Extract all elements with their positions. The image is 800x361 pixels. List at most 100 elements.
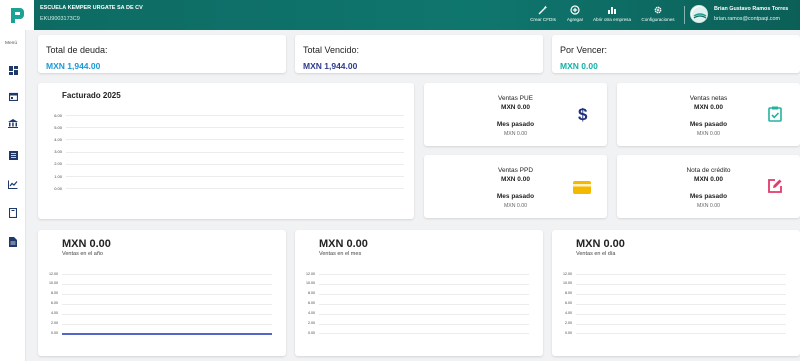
facturado-tick-label: 0.00 bbox=[54, 185, 62, 191]
mini-tick-label: 2.00 bbox=[51, 321, 58, 325]
abrir-otra-empresa-label: Abrir otra empresa bbox=[592, 17, 632, 22]
mini-grid-line bbox=[319, 323, 529, 325]
magic-wand-icon bbox=[526, 3, 560, 17]
agregar-button[interactable]: Agregar bbox=[562, 3, 588, 22]
facturado-tick-label: 3.00 bbox=[54, 149, 62, 155]
mini-grid-line bbox=[62, 283, 272, 285]
crear-cfdis-button[interactable]: Crear CFDIs bbox=[526, 3, 560, 22]
dashboard-icon[interactable] bbox=[7, 64, 19, 76]
bank-icon[interactable] bbox=[7, 117, 19, 129]
trend-chart-icon[interactable] bbox=[7, 178, 19, 190]
mini-grid-line bbox=[576, 283, 786, 285]
avatar[interactable] bbox=[690, 5, 708, 23]
mini-grid-line bbox=[62, 313, 272, 315]
ventas-netas-title: Ventas netas bbox=[689, 95, 728, 102]
mini-tick-label: 0.00 bbox=[308, 330, 315, 335]
dollar-icon: $ bbox=[574, 104, 594, 124]
document-icon[interactable] bbox=[7, 236, 19, 248]
gear-icon bbox=[638, 3, 678, 17]
total-deuda-value: MXN 1,944.00 bbox=[46, 61, 101, 71]
facturado-tick-label: 1.00 bbox=[54, 173, 62, 179]
crear-cfdis-label: Crear CFDIs bbox=[530, 17, 556, 22]
configuraciones-label: Configuraciones bbox=[641, 17, 675, 22]
nota-credito-prev-value: MXN 0.00 bbox=[696, 203, 721, 209]
mini-tick-label: 12.00 bbox=[563, 271, 572, 276]
mini-grid-line bbox=[62, 323, 272, 325]
ventas-ppd-card[interactable]: Ventas PPD MXN 0.00 Mes pasado MXN 0.00 bbox=[424, 155, 607, 218]
app-logo[interactable] bbox=[0, 0, 34, 30]
mini-grid-line bbox=[62, 293, 272, 295]
mini-grid-line bbox=[62, 303, 272, 305]
ventas-netas-prev-value: MXN 0.00 bbox=[696, 131, 721, 137]
mini-tick-label: 6.00 bbox=[565, 301, 572, 306]
facturado-grid-line bbox=[66, 163, 404, 165]
mini-grid-line bbox=[576, 303, 786, 305]
ventas-mes-value: MXN 0.00 bbox=[319, 238, 368, 250]
mini-grid-line bbox=[576, 274, 786, 275]
mini-grid-line bbox=[576, 293, 786, 295]
mini-tick-label: 8.00 bbox=[308, 291, 315, 296]
mini-grid-line bbox=[319, 283, 529, 285]
mini-grid-line bbox=[62, 274, 272, 275]
por-vencer-label: Por Vencer: bbox=[560, 45, 608, 55]
calendar-icon[interactable] bbox=[7, 90, 19, 102]
ventas-netas-card[interactable]: Ventas netas MXN 0.00 Mes pasado MXN 0.0… bbox=[617, 83, 800, 146]
mini-grid-line bbox=[576, 333, 786, 335]
mini-tick-label: 6.00 bbox=[51, 301, 58, 306]
ventas-pue-prev-value: MXN 0.00 bbox=[503, 131, 528, 137]
nota-credito-title: Nota de crédito bbox=[686, 167, 731, 174]
mini-tick-label: 4.00 bbox=[51, 311, 58, 316]
ventas-dia-label: Ventas en el día bbox=[576, 251, 616, 257]
ventas-mes-label: Ventas en el mes bbox=[319, 251, 362, 257]
agregar-label: Agregar bbox=[566, 17, 584, 22]
total-vencido-card: Total Vencido: MXN 1,944.00 bbox=[295, 35, 543, 73]
user-name[interactable]: Brian Gustavo Ramos Torres bbox=[714, 6, 788, 12]
facturado-tick-label: 2.00 bbox=[54, 161, 62, 167]
ventas-pue-card[interactable]: Ventas PUE MXN 0.00 Mes pasado MXN 0.00 … bbox=[424, 83, 607, 146]
mini-tick-label: 8.00 bbox=[565, 291, 572, 296]
facturado-grid-line bbox=[66, 139, 404, 141]
user-email: brian.ramos@contpaqi.com bbox=[714, 16, 780, 22]
abrir-otra-empresa-button[interactable]: Abrir otra empresa bbox=[590, 3, 634, 22]
mini-tick-label: 8.00 bbox=[51, 291, 58, 296]
mini-tick-label: 10.00 bbox=[306, 281, 315, 286]
menu-label: Menú bbox=[5, 41, 17, 46]
mini-tick-label: 2.00 bbox=[308, 321, 315, 325]
svg-text:$: $ bbox=[578, 105, 588, 123]
mini-tick-label: 12.00 bbox=[306, 271, 315, 276]
clipboard-check-icon bbox=[765, 104, 785, 124]
mini-tick-label: 12.00 bbox=[49, 271, 58, 276]
mini-grid-line bbox=[319, 333, 529, 335]
ventas-ppd-title: Ventas PPD bbox=[497, 167, 534, 174]
nota-credito-card[interactable]: Nota de crédito MXN 0.00 Mes pasado MXN … bbox=[617, 155, 800, 218]
bar-chart-icon bbox=[590, 3, 634, 17]
mini-tick-label: 4.00 bbox=[565, 311, 572, 316]
company-rfc: EKU9003173C9 bbox=[40, 16, 80, 22]
company-name: ESCUELA KEMPER URGATE SA DE CV bbox=[40, 5, 143, 11]
total-vencido-label: Total Vencido: bbox=[303, 45, 360, 55]
ventas-pue-title: Ventas PUE bbox=[497, 95, 534, 102]
mini-tick-label: 10.00 bbox=[49, 281, 58, 286]
ventas-ppd-prev-value: MXN 0.00 bbox=[503, 203, 528, 209]
list-icon[interactable] bbox=[7, 149, 19, 161]
total-deuda-label: Total de deuda: bbox=[46, 45, 108, 55]
mini-grid-line bbox=[319, 293, 529, 295]
por-vencer-value: MXN 0.00 bbox=[560, 61, 598, 71]
facturado-grid-line bbox=[66, 188, 404, 190]
facturado-tick-label: 5.00 bbox=[54, 124, 62, 130]
configuraciones-button[interactable]: Configuraciones bbox=[638, 3, 678, 22]
facturado-grid-line bbox=[66, 115, 404, 116]
mini-grid-line bbox=[319, 274, 529, 275]
header-divider bbox=[684, 6, 685, 24]
facturado-grid-line bbox=[66, 176, 404, 177]
book-icon[interactable] bbox=[7, 207, 19, 219]
ventas-anio-label: Ventas en el año bbox=[62, 251, 103, 257]
edit-icon bbox=[765, 176, 785, 196]
mini-tick-label: 0.00 bbox=[51, 330, 58, 335]
mini-grid-line bbox=[576, 313, 786, 315]
ventas-mes-card: MXN 0.00 Ventas en el mes 12.00 10.00 8.00… bbox=[295, 230, 543, 356]
mini-grid-line bbox=[576, 323, 786, 325]
ventas-anio-card: MXN 0.00 Ventas en el año 12.00 10.00 8.00… bbox=[38, 230, 286, 356]
add-circle-icon bbox=[562, 3, 588, 17]
credit-card-icon bbox=[572, 177, 592, 197]
